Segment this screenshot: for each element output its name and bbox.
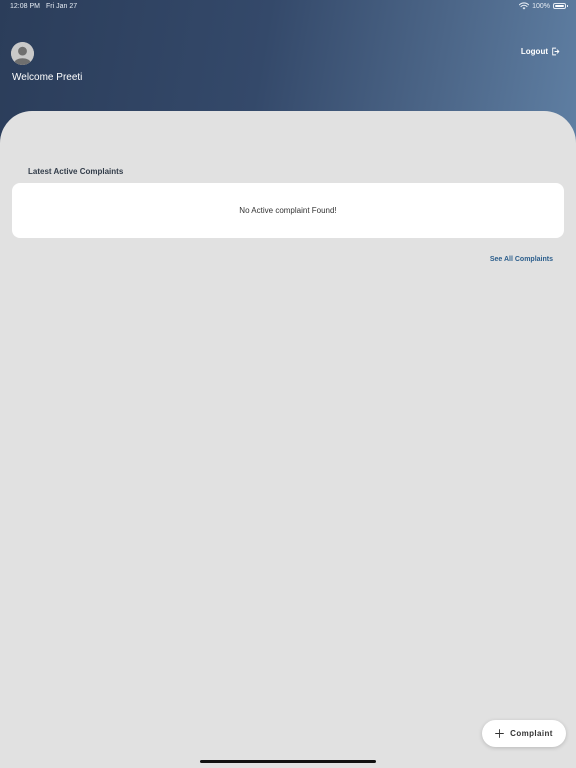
battery-percent: 100% (532, 2, 550, 10)
app-screen: 12:08 PM Fri Jan 27 100% Welcome Preeti … (0, 0, 576, 768)
logout-icon (552, 47, 560, 56)
logout-button[interactable]: Logout (521, 47, 560, 56)
complaints-card: No Active complaint Found! (12, 183, 564, 238)
logout-label: Logout (520, 47, 548, 56)
empty-complaints-message: No Active complaint Found! (239, 206, 337, 215)
plus-icon (495, 729, 505, 738)
section-title: Latest Active Complaints (28, 167, 124, 176)
battery-icon (553, 3, 568, 9)
home-indicator (200, 760, 376, 763)
add-complaint-button[interactable]: Complaint (482, 720, 566, 747)
status-bar: 12:08 PM Fri Jan 27 100% (0, 0, 576, 14)
see-all-complaints-link[interactable]: See All Complaints (490, 256, 553, 263)
wifi-icon (519, 2, 530, 10)
status-date: Fri Jan 27 (46, 3, 78, 10)
avatar[interactable] (11, 42, 34, 65)
welcome-text: Welcome Preeti (12, 72, 83, 83)
status-indicators: 100% (519, 2, 568, 10)
add-complaint-label: Complaint (510, 729, 553, 738)
user-icon (11, 42, 34, 65)
status-time: 12:08 PM (10, 3, 40, 10)
